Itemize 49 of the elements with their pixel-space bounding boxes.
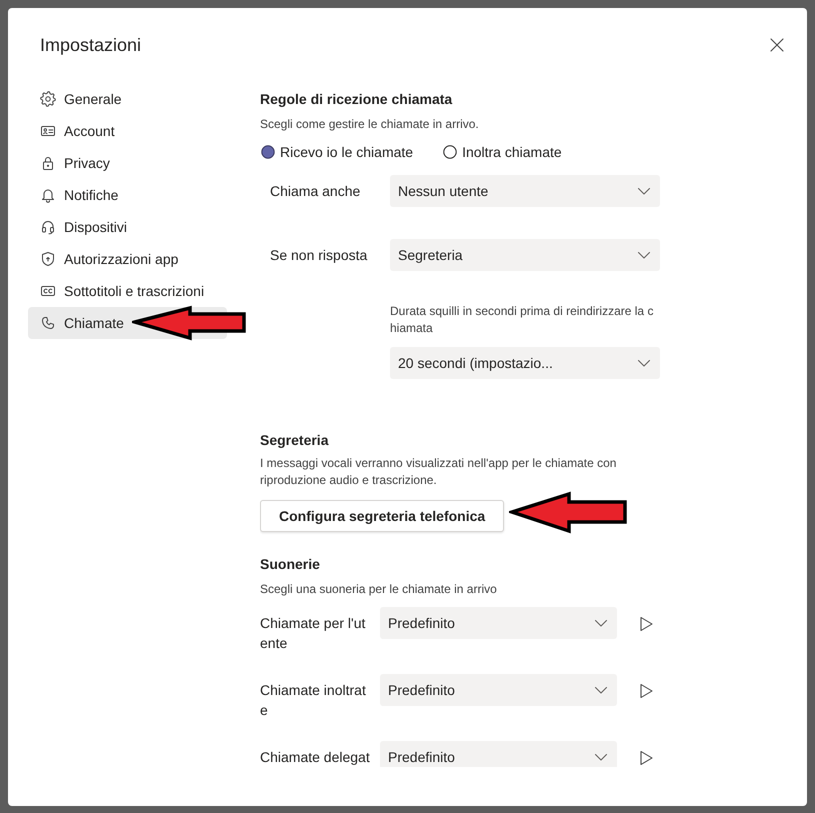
chevron-down-icon: [595, 686, 607, 694]
dropdown[interactable]: Predefinito: [380, 741, 617, 767]
ringtone-label: Chiamate per l'utente: [260, 614, 366, 653]
section-description: Scegli una suoneria per le chiamate in arrivo: [260, 581, 497, 597]
ringtone-label: Chiamate delegat: [260, 748, 370, 767]
bell-icon: [40, 187, 56, 203]
sidebar-item[interactable]: Account: [28, 115, 227, 147]
play-icon[interactable]: [639, 616, 653, 632]
close-icon[interactable]: [770, 38, 784, 52]
configure-voicemail-button[interactable]: Configura segreteria telefonica: [260, 500, 504, 532]
ringtone-label: Chiamate inoltrate: [260, 681, 367, 720]
sidebar-item[interactable]: Generale: [28, 83, 227, 115]
dropdown[interactable]: Predefinito: [380, 607, 617, 639]
section-heading: Regole di ricezione chiamata: [260, 90, 452, 109]
captions-icon: [40, 283, 56, 299]
sidebar-item[interactable]: Sottotitoli e trascrizioni: [28, 275, 227, 307]
sidebar-item[interactable]: Dispositivi: [28, 211, 227, 243]
sidebar-item[interactable]: Autorizzazioni app: [28, 243, 227, 275]
id-card-icon: [40, 123, 56, 139]
chevron-down-icon: [638, 252, 650, 258]
dropdown[interactable]: Segreteria: [390, 239, 660, 271]
sidebar-item[interactable]: Privacy: [28, 147, 227, 179]
padlock-icon: [40, 155, 56, 171]
dropdown[interactable]: Nessun utente: [390, 175, 660, 207]
sidebar-item[interactable]: Notifiche: [28, 179, 227, 211]
headset-icon: [40, 219, 56, 235]
section-heading: Segreteria: [260, 431, 328, 450]
radio-option[interactable]: Inoltra chiamate: [443, 142, 562, 162]
gear-icon: [40, 91, 56, 107]
phone-icon: [40, 315, 56, 331]
chevron-down-icon: [638, 360, 650, 366]
section-description: I messaggi vocali verranno visualizzati nell'app per le chiamate con riproduzione audio e trascrizione.: [260, 455, 618, 489]
dropdown[interactable]: Predefinito: [380, 674, 617, 706]
radio-icon[interactable]: [443, 145, 458, 159]
field-note: Durata squilli in secondi prima di reindirizzare la chiamata: [390, 303, 654, 337]
section-description: Scegli come gestire le chiamate in arrivo.: [260, 116, 479, 132]
shield-icon: [40, 251, 56, 267]
section-heading: Suonerie: [260, 555, 320, 574]
field-label: Se non risposta: [269, 246, 368, 265]
chevron-down-icon: [595, 620, 607, 626]
chevron-down-icon: [595, 754, 607, 760]
play-icon[interactable]: [639, 683, 653, 699]
field-label: Chiama anche: [269, 182, 362, 201]
radio-option[interactable]: Ricevo io le chiamate: [261, 142, 414, 162]
radio-icon[interactable]: [261, 145, 275, 159]
chevron-down-icon: [638, 188, 650, 194]
dropdown[interactable]: 20 secondi (impostazio...: [390, 347, 660, 379]
play-icon[interactable]: [639, 750, 653, 766]
dialog-title: Impostazioni: [40, 34, 142, 57]
